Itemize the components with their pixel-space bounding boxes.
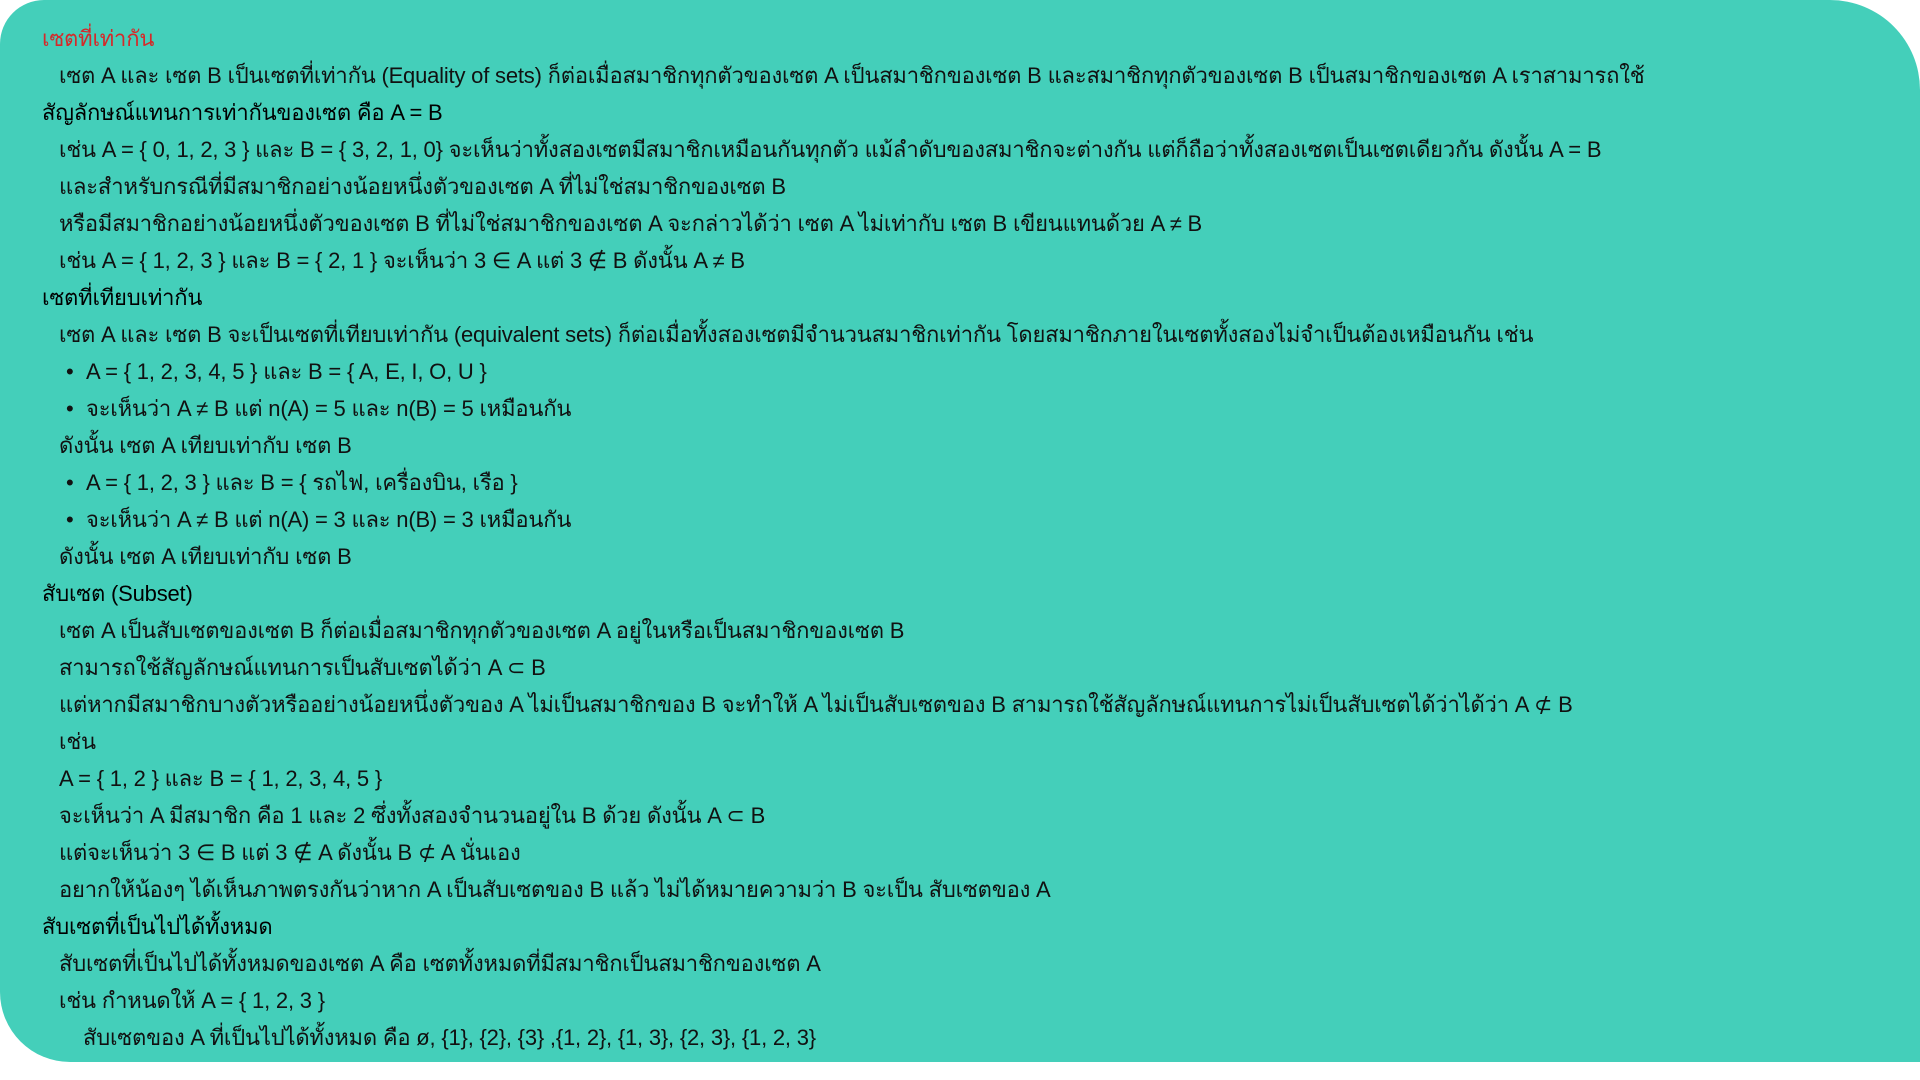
- paragraph-line: หรือมีสมาชิกอย่างน้อยหนึ่งตัวของเซต B ที…: [59, 211, 1203, 236]
- paragraph-line: เช่น กำหนดให้ A = { 1, 2, 3 }: [59, 988, 325, 1013]
- paragraph-line: เซต A เป็นสับเซตของเซต B ก็ต่อเมื่อสมาชิ…: [59, 618, 905, 643]
- paragraph-line: แต่หากมีสมาชิกบางตัวหรืออย่างน้อยหนึ่งตั…: [59, 692, 1573, 717]
- bullet-item: จะเห็นว่า A ≠ B แต่ n(A) = 5 และ n(B) = …: [66, 394, 571, 424]
- paragraph-line: ดังนั้น เซต A เทียบเท่ากับ เซต B: [59, 544, 352, 569]
- paragraph-line: และสำหรับกรณีที่มีสมาชิกอย่างน้อยหนึ่งตั…: [59, 174, 786, 199]
- bullet-item: จะเห็นว่า A ≠ B แต่ n(A) = 3 และ n(B) = …: [66, 505, 571, 535]
- bullet-item: A = { 1, 2, 3, 4, 5 } และ B = { A, E, I,…: [66, 357, 487, 387]
- paragraph-line: ดังนั้น เซต A เทียบเท่ากับ เซต B: [59, 433, 352, 458]
- paragraph-line: เช่น A = { 0, 1, 2, 3 } และ B = { 3, 2, …: [59, 137, 1602, 162]
- paragraph-line: เช่น: [59, 729, 96, 754]
- bullet-item: A = { 1, 2, 3 } และ B = { รถไฟ, เครื่องบ…: [66, 468, 518, 498]
- section-text: สับเซตที่เป็นไปได้ทั้งหมด: [42, 914, 273, 939]
- paragraph-line: เซต A และ เซต B เป็นเซตที่เท่ากัน (Equal…: [59, 63, 1645, 88]
- paragraph-line: สับเซตที่เป็นไปได้ทั้งหมดของเซต A คือ เซ…: [59, 951, 821, 976]
- paragraph-line: สับเซตของ A ที่เป็นไปได้ทั้งหมด คือ ø, {…: [83, 1025, 816, 1050]
- paragraph-line: สามารถใช้สัญลักษณ์แทนการเป็นสับเซตได้ว่า…: [59, 655, 546, 680]
- paragraph-line: A = { 1, 2 } และ B = { 1, 2, 3, 4, 5 }: [59, 766, 382, 791]
- paragraph-line: เช่น A = { 1, 2, 3 } และ B = { 2, 1 } จะ…: [59, 248, 745, 273]
- paragraph-line: จะเห็นว่า A มีสมาชิก คือ 1 และ 2 ซึ่งทั้…: [59, 803, 766, 828]
- paragraph-line: อยากให้น้องๆ ได้เห็นภาพตรงกันว่าหาก A เป…: [59, 877, 1051, 902]
- section-text: สัญลักษณ์แทนการเท่ากันของเซต คือ A = B: [42, 100, 443, 125]
- section-text: เซตที่เทียบเท่ากัน: [42, 285, 203, 310]
- paragraph-line: เซต A และ เซต B จะเป็นเซตที่เทียบเท่ากัน…: [59, 322, 1534, 347]
- page-title: เซตที่เท่ากัน: [42, 26, 155, 51]
- paragraph-line: แต่จะเห็นว่า 3 ∈ B แต่ 3 ∉ A ดังนั้น B ⊄…: [59, 840, 521, 865]
- section-text: สับเซต (Subset): [42, 581, 193, 606]
